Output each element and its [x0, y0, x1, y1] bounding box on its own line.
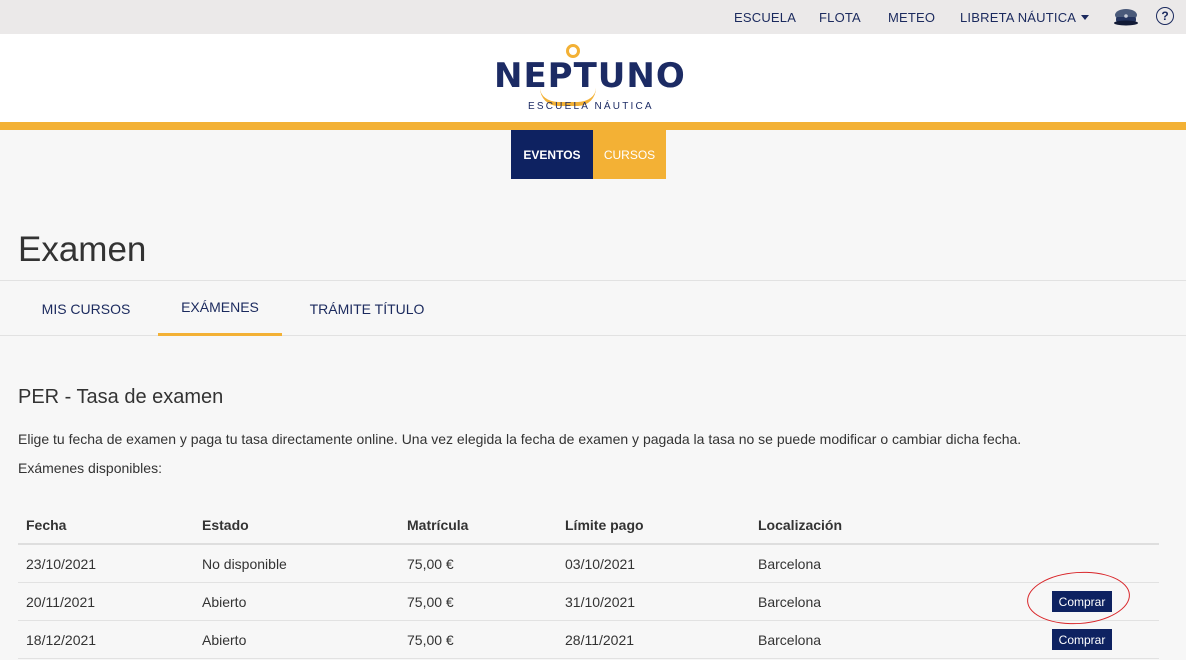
table-header: Fecha Estado Matrícula Límite pago Local… — [18, 506, 1159, 545]
section-description: Elige tu fecha de examen y paga tu tasa … — [18, 431, 1022, 447]
topnav-escuela[interactable]: ESCUELA — [734, 0, 796, 34]
help-icon[interactable]: ? — [1156, 7, 1174, 25]
header-accent-bar — [0, 122, 1186, 130]
site-header: NEPTUNO ESCUELA NÁUTICA — [0, 34, 1186, 122]
caret-down-icon — [1081, 14, 1090, 20]
cell-matricula: 75,00 € — [407, 631, 454, 648]
cell-matricula: 75,00 € — [407, 593, 454, 610]
header-fecha: Fecha — [26, 516, 67, 533]
header-estado: Estado — [202, 516, 249, 533]
cell-estado: Abierto — [202, 593, 247, 610]
cell-localizacion: Barcelona — [758, 593, 822, 610]
table-row: 18/12/2021 Abierto 75,00 € 28/11/2021 Ba… — [18, 621, 1159, 659]
tab-mis-cursos[interactable]: MIS CURSOS — [28, 281, 144, 336]
comprar-button[interactable]: Comprar — [1052, 629, 1112, 650]
available-exams-label: Exámenes disponibles: — [18, 460, 162, 476]
tab-tramite-titulo[interactable]: TRÁMITE TÍTULO — [296, 281, 438, 336]
tab-bar: MIS CURSOS EXÁMENES TRÁMITE TÍTULO — [0, 280, 1186, 336]
table-row: 20/11/2021 Abierto 75,00 € 31/10/2021 Ba… — [18, 583, 1159, 621]
cell-limite: 28/11/2021 — [565, 631, 635, 648]
cell-fecha: 18/12/2021 — [26, 631, 97, 648]
logo-subtitle: ESCUELA NÁUTICA — [528, 101, 654, 112]
cursos-button[interactable]: CURSOS — [593, 130, 666, 179]
cell-estado: No disponible — [202, 555, 287, 572]
header-matricula: Matrícula — [407, 516, 469, 533]
top-bar: ESCUELA FLOTA METEO LIBRETA NÁUTICA ? — [0, 0, 1186, 34]
cell-fecha: 23/10/2021 — [26, 555, 97, 572]
cell-matricula: 75,00 € — [407, 555, 454, 572]
cell-limite: 03/10/2021 — [565, 555, 636, 572]
page-title: Examen — [18, 230, 147, 269]
eventos-button[interactable]: EVENTOS — [511, 130, 593, 179]
cell-limite: 31/10/2021 — [565, 593, 636, 610]
topnav-libreta-dropdown[interactable]: LIBRETA NÁUTICA — [960, 0, 1090, 34]
topnav-flota[interactable]: FLOTA — [819, 0, 861, 34]
tab-examenes[interactable]: EXÁMENES — [158, 281, 282, 336]
captain-hat-icon[interactable] — [1112, 5, 1140, 27]
cell-localizacion: Barcelona — [758, 631, 822, 648]
exams-table: Fecha Estado Matrícula Límite pago Local… — [18, 506, 1159, 659]
cell-fecha: 20/11/2021 — [26, 593, 96, 610]
header-limite-pago: Límite pago — [565, 516, 644, 533]
cell-localizacion: Barcelona — [758, 555, 822, 572]
header-localizacion: Localización — [758, 516, 843, 533]
section-title: PER - Tasa de examen — [18, 386, 224, 408]
table-row: 23/10/2021 No disponible 75,00 € 03/10/2… — [18, 545, 1159, 583]
cell-estado: Abierto — [202, 631, 247, 648]
topnav-meteo[interactable]: METEO — [888, 0, 935, 34]
